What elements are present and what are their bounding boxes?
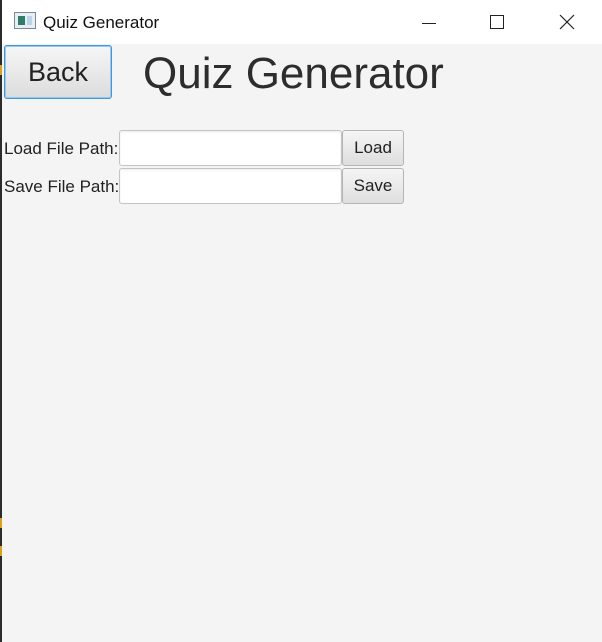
app-icon [14, 12, 36, 29]
save-file-path-input[interactable] [119, 168, 342, 204]
back-button[interactable]: Back [4, 45, 112, 99]
left-edge-accent [0, 518, 2, 528]
close-icon [559, 14, 575, 30]
save-button[interactable]: Save [342, 168, 404, 204]
save-file-path-label: Save File Path: [4, 177, 120, 196]
maximize-icon [490, 15, 504, 29]
load-file-path-label: Load File Path: [4, 139, 119, 158]
title-bar[interactable]: Quiz Generator [2, 0, 602, 44]
close-button[interactable] [544, 0, 590, 44]
left-edge-accent [0, 546, 2, 556]
maximize-button[interactable] [474, 0, 520, 44]
app-window: Quiz Generator Back Quiz Generator Load … [0, 0, 602, 642]
window-title: Quiz Generator [43, 13, 160, 32]
page-title: Quiz Generator [143, 49, 444, 98]
left-edge-accent [0, 65, 2, 75]
minimize-icon [422, 22, 436, 24]
load-button[interactable]: Load [342, 130, 404, 166]
minimize-button[interactable] [406, 0, 452, 44]
load-file-path-input[interactable] [119, 130, 342, 166]
